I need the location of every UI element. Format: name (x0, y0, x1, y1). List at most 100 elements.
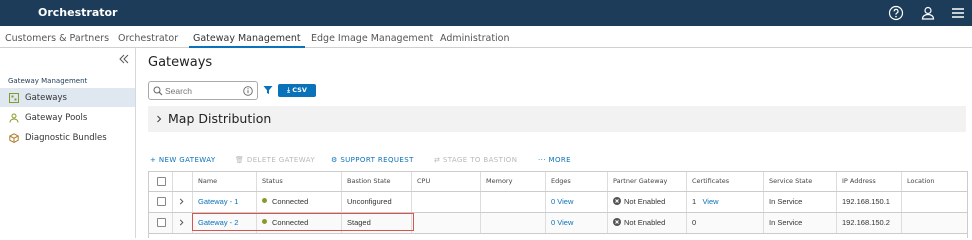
table-row[interactable]: Gateway - 2 Connected Staged 0 View Not … (149, 213, 967, 234)
column-header-certificates[interactable]: Certificates (687, 172, 729, 191)
app-title: Orchestrator (38, 6, 118, 19)
csv-export-button[interactable]: ⤓ CSV (278, 84, 316, 97)
status-cell: Connected (257, 213, 308, 233)
gateway-name-link[interactable]: Gateway - 1 (193, 192, 238, 212)
help-icon[interactable] (888, 5, 904, 21)
users-icon (9, 113, 19, 123)
certificates-cell: 1 View (687, 192, 719, 212)
service-state-cell: In Service (769, 218, 803, 227)
row-checkbox[interactable] (157, 197, 166, 206)
bastion-state-cell: Unconfigured (347, 197, 392, 206)
chevron-right-icon (157, 115, 162, 123)
ip-address-cell: 192.168.150.2 (842, 218, 890, 227)
filter-icon[interactable] (263, 85, 273, 95)
service-state-cell: In Service (769, 197, 803, 206)
search-input[interactable] (165, 84, 241, 97)
main-nav: Customers & Partners Orchestrator Gatewa… (0, 26, 972, 48)
bastion-state-cell: Staged (347, 218, 371, 227)
column-header-status[interactable]: Status (257, 172, 283, 191)
table-row[interactable]: Gateway - 1 Connected Unconfigured 0 Vie… (149, 192, 967, 213)
column-header-partner-gateway[interactable]: Partner Gateway (608, 172, 667, 191)
map-distribution-label: Map Distribution (168, 111, 272, 126)
delete-gateway-label: DELETE GATEWAY (246, 156, 316, 164)
more-label: MORE (548, 156, 571, 164)
partner-gateway-cell: Not Enabled (608, 192, 665, 212)
delete-gateway-button[interactable]: 🗑 DELETE GATEWAY (235, 156, 315, 164)
support-request-label: SUPPORT REQUEST (340, 156, 414, 164)
location-cell (902, 213, 907, 233)
gateways-table: Name Status Bastion State CPU Memory Edg… (148, 171, 968, 238)
stage-to-bastion-button[interactable]: ⇄ STAGE TO BASTION (434, 156, 517, 164)
status-dot-icon (262, 219, 267, 224)
column-header-bastion-state[interactable]: Bastion State (342, 172, 391, 191)
sidebar-item-gateway-pools[interactable]: Gateway Pools (0, 108, 135, 127)
sidebar: Gateway Management Gateways Gateway Pool… (0, 48, 136, 238)
info-icon[interactable] (243, 86, 253, 96)
memory-cell (481, 192, 486, 212)
cpu-cell (412, 192, 417, 212)
row-checkbox[interactable] (157, 218, 166, 227)
sidebar-item-label: Diagnostic Bundles (25, 133, 107, 143)
sidebar-item-diagnostic-bundles[interactable]: Diagnostic Bundles (0, 128, 135, 147)
search-field[interactable] (148, 81, 258, 100)
cpu-cell (412, 213, 417, 233)
location-cell (902, 192, 907, 212)
ellipsis-icon: ··· (538, 156, 549, 164)
box-icon (9, 133, 19, 143)
cert-view-link[interactable]: View (702, 197, 718, 206)
edges-view-link[interactable]: 0 View (546, 192, 573, 212)
certificates-cell: 0 (687, 213, 696, 233)
sidebar-item-label: Gateway Pools (25, 113, 88, 123)
trash-icon: 🗑 (235, 156, 247, 164)
tab-gateway-management[interactable]: Gateway Management (189, 33, 305, 48)
gear-icon: ⚙ (331, 156, 341, 164)
map-distribution-panel[interactable]: Map Distribution (148, 106, 966, 132)
new-gateway-button[interactable]: + NEW GATEWAY (150, 156, 216, 164)
cert-count: 1 (692, 197, 697, 206)
user-icon[interactable] (920, 5, 936, 21)
column-header-memory[interactable]: Memory (481, 172, 512, 191)
select-all-checkbox[interactable] (157, 177, 166, 186)
partner-gateway-text: Not Enabled (624, 218, 666, 227)
memory-cell (481, 213, 486, 233)
tab-administration[interactable]: Administration (440, 33, 510, 44)
csv-button-label: CSV (292, 86, 307, 94)
stage-to-bastion-label: STAGE TO BASTION (442, 156, 518, 164)
stage-icon: ⇄ (434, 156, 443, 164)
ip-address-cell: 192.168.150.1 (842, 197, 890, 206)
status-text: Connected (272, 197, 309, 206)
sidebar-item-label: Gateways (25, 93, 67, 103)
top-bar: Orchestrator (0, 0, 972, 26)
column-header-location[interactable]: Location (902, 172, 935, 191)
column-header-cpu[interactable]: CPU (412, 172, 430, 191)
gateway-icon (9, 93, 19, 103)
partner-gateway-cell: Not Enabled (608, 213, 665, 233)
tab-orchestrator[interactable]: Orchestrator (118, 33, 178, 44)
support-request-button[interactable]: ⚙ SUPPORT REQUEST (331, 156, 414, 164)
menu-icon[interactable] (950, 5, 966, 21)
cert-count: 0 (692, 218, 697, 227)
sidebar-section-title: Gateway Management (8, 77, 88, 85)
column-header-edges[interactable]: Edges (546, 172, 571, 191)
column-header-ip-address[interactable]: IP Address (837, 172, 876, 191)
page-title: Gateways (148, 55, 213, 70)
not-enabled-icon (613, 197, 621, 205)
collapse-sidebar-icon[interactable] (118, 53, 130, 65)
status-cell: Connected (257, 192, 308, 212)
not-enabled-icon (613, 218, 621, 226)
column-header-service-state[interactable]: Service State (764, 172, 812, 191)
chevron-right-icon[interactable] (178, 219, 185, 226)
tab-customers-partners[interactable]: Customers & Partners (5, 33, 109, 44)
more-button[interactable]: ··· MORE (538, 156, 571, 164)
edges-view-link[interactable]: 0 View (546, 213, 573, 233)
chevron-right-icon[interactable] (178, 198, 185, 205)
status-text: Connected (272, 218, 309, 227)
search-icon (153, 86, 163, 96)
sidebar-item-gateways[interactable]: Gateways (0, 88, 135, 107)
tab-edge-image-management[interactable]: Edge Image Management (311, 33, 433, 44)
status-dot-icon (262, 198, 267, 203)
gateway-name-link[interactable]: Gateway - 2 (193, 213, 238, 233)
column-header-name[interactable]: Name (193, 172, 217, 191)
partner-gateway-text: Not Enabled (624, 197, 666, 206)
table-header: Name Status Bastion State CPU Memory Edg… (149, 172, 967, 192)
